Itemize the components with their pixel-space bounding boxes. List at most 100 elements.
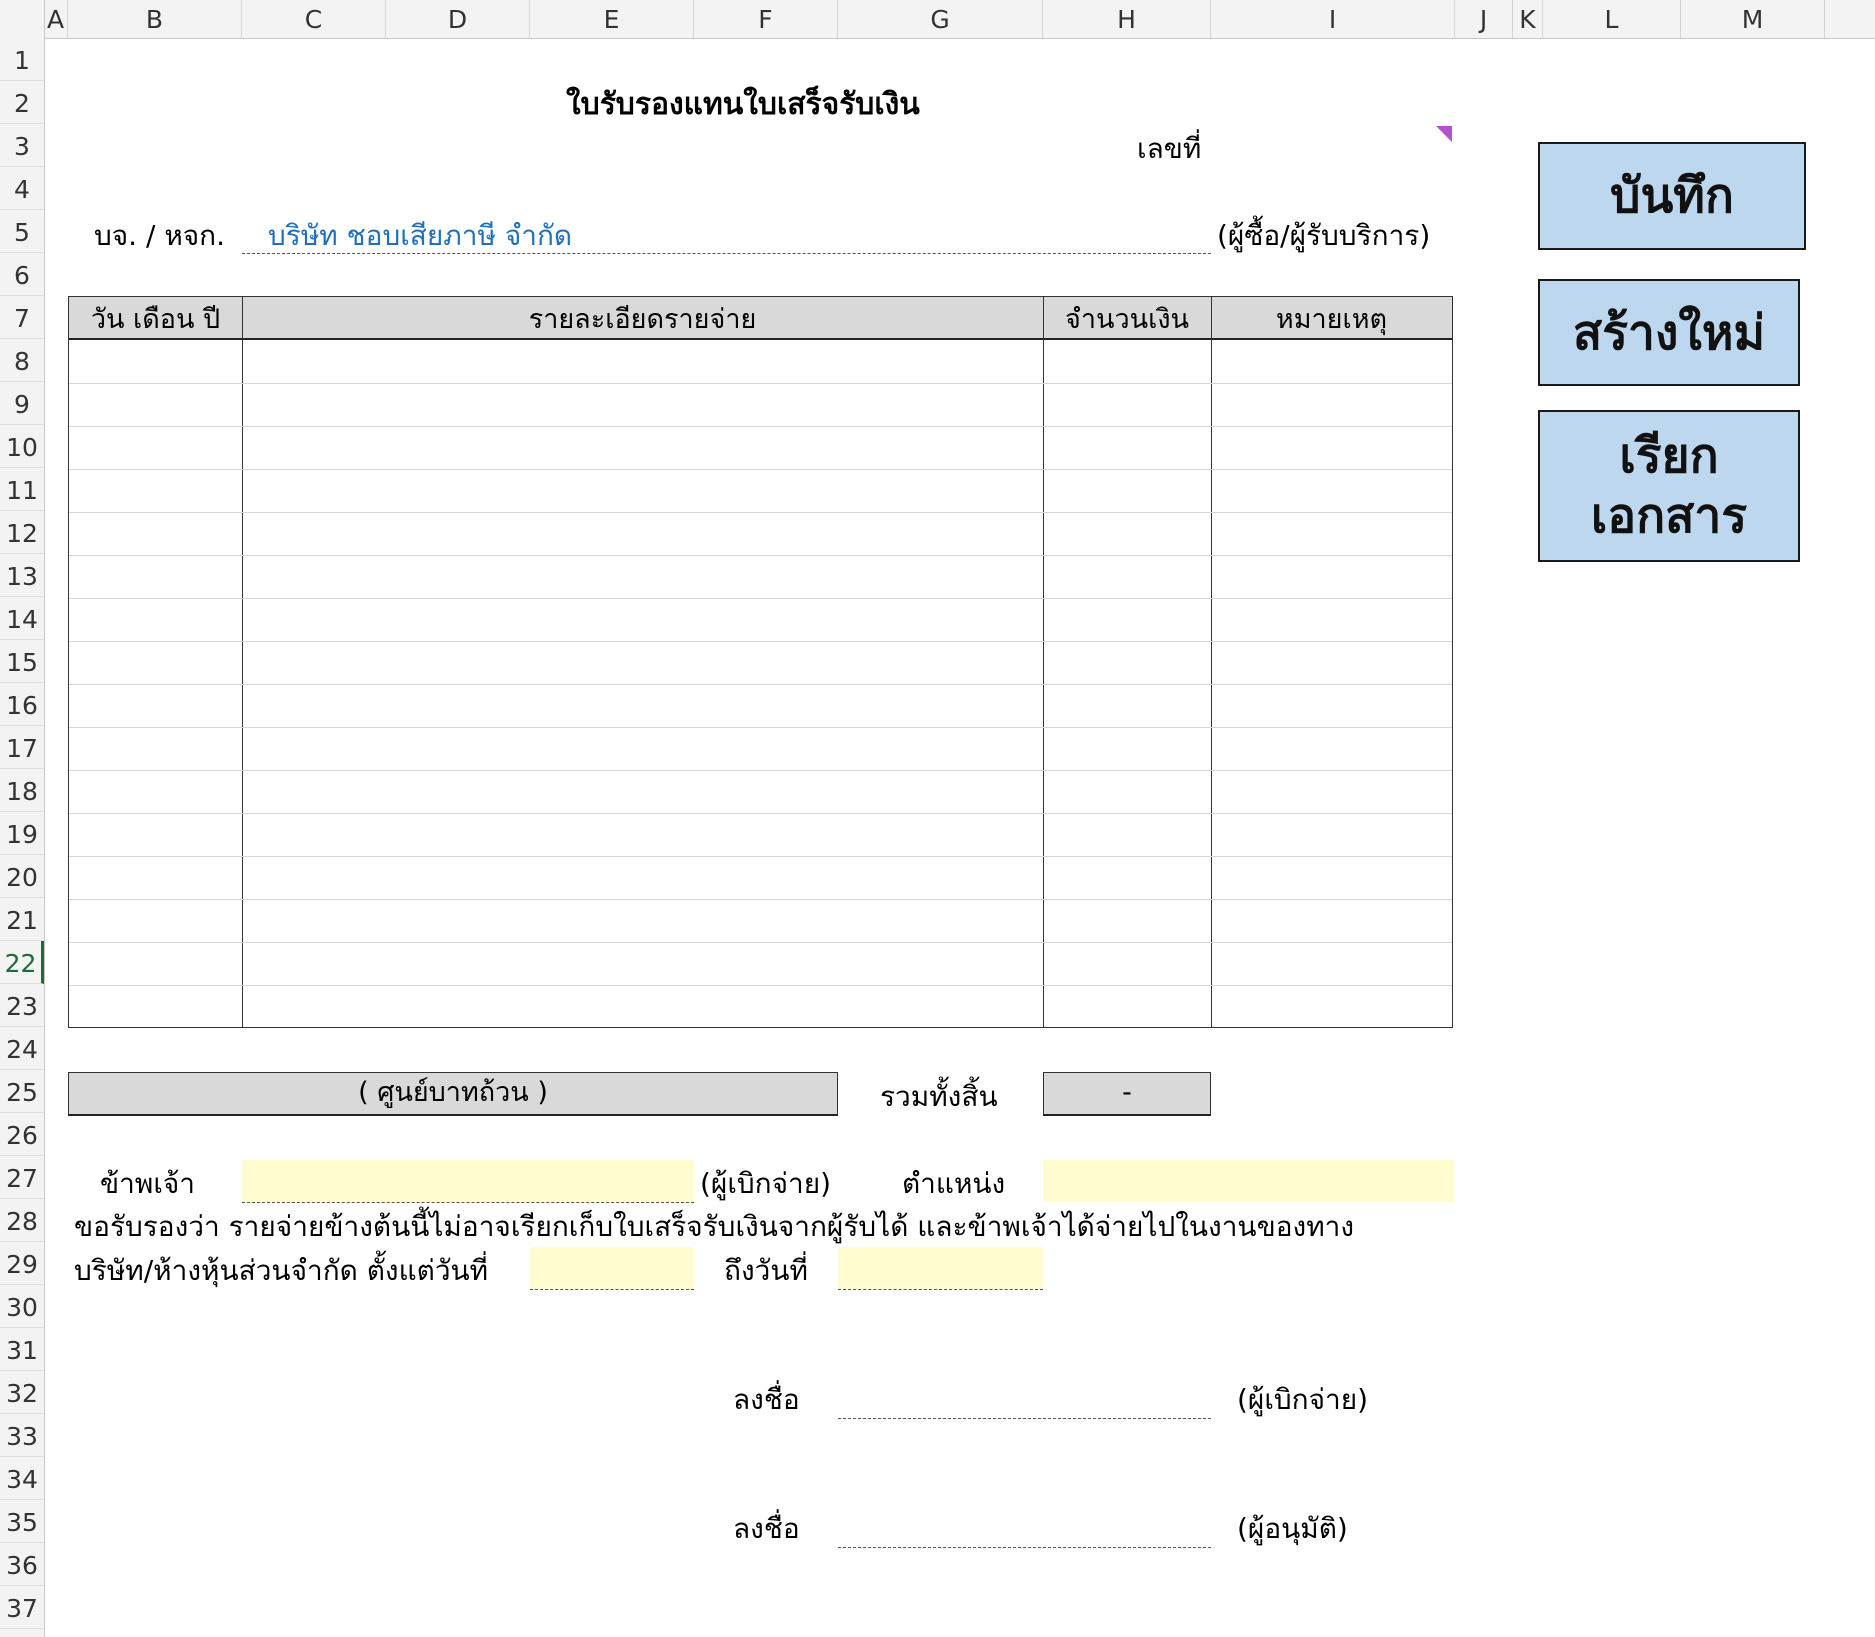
total-value: - <box>1043 1072 1211 1116</box>
expense-table: วัน เดือน ปี รายละเอียดรายจ่าย จำนวนเงิน… <box>68 296 1453 1028</box>
column-header-h[interactable]: H <box>1043 0 1211 38</box>
row-header-13[interactable]: 13 <box>0 554 44 597</box>
company-name-field[interactable]: บริษัท ชอบเสียภาษี จำกัด <box>242 214 1211 254</box>
select-all-corner[interactable] <box>0 0 45 39</box>
row-header-3[interactable]: 3 <box>0 124 44 167</box>
row-header-31[interactable]: 31 <box>0 1328 44 1371</box>
row-header-9[interactable]: 9 <box>0 382 44 425</box>
new-document-button[interactable]: สร้างใหม่ <box>1538 279 1800 386</box>
row-header-35[interactable]: 35 <box>0 1500 44 1543</box>
company-type-label: บจ. / หจก. <box>94 219 226 252</box>
table-row-line <box>69 727 1452 728</box>
position-input[interactable] <box>1043 1160 1454 1202</box>
table-row-line <box>69 899 1452 900</box>
claimant-name-input[interactable] <box>242 1160 694 1203</box>
from-date-input[interactable] <box>530 1247 694 1290</box>
row-header-32[interactable]: 32 <box>0 1371 44 1414</box>
table-row-line <box>69 856 1452 857</box>
row-header-36[interactable]: 36 <box>0 1543 44 1586</box>
row-header-34[interactable]: 34 <box>0 1457 44 1500</box>
column-header-c[interactable]: C <box>242 0 386 38</box>
position-label: ตำแหน่ง <box>902 1167 1006 1200</box>
row-header-5[interactable]: 5 <box>0 210 44 253</box>
column-header-d[interactable]: D <box>386 0 530 38</box>
column-header-i[interactable]: I <box>1211 0 1455 38</box>
header-remark: หมายเหตุ <box>1211 297 1452 340</box>
company-role-label: (ผู้ซื้อ/ผู้รับบริการ) <box>1217 219 1431 252</box>
row-header-1[interactable]: 1 <box>0 38 44 81</box>
column-header-k[interactable]: K <box>1513 0 1543 38</box>
amount-in-words: ( ศูนย์บาทถ้วน ) <box>68 1072 838 1116</box>
row-header-23[interactable]: 23 <box>0 984 44 1027</box>
row-header-2[interactable]: 2 <box>0 81 44 124</box>
table-divider <box>1211 297 1212 1027</box>
header-description: รายละเอียดรายจ่าย <box>242 297 1043 340</box>
table-row-line <box>69 598 1452 599</box>
table-row-line <box>69 684 1452 685</box>
column-header-b[interactable]: B <box>68 0 242 38</box>
row-header-33[interactable]: 33 <box>0 1414 44 1457</box>
open-document-label-line1: เรียก <box>1619 428 1719 484</box>
column-header-g[interactable]: G <box>838 0 1043 38</box>
row-header-37[interactable]: 37 <box>0 1586 44 1629</box>
row-header-11[interactable]: 11 <box>0 468 44 511</box>
table-divider <box>1043 297 1044 1027</box>
column-header-e[interactable]: E <box>530 0 694 38</box>
save-button[interactable]: บันทึก <box>1538 142 1806 250</box>
signature-line-claimant[interactable] <box>838 1376 1211 1419</box>
certify-text-line1: ขอรับรองว่า รายจ่ายข้างต้นนี้ไม่อาจเรียก… <box>74 1210 1355 1243</box>
table-row-line <box>69 770 1452 771</box>
table-row-line <box>69 512 1452 513</box>
open-document-label-line2: เอกสาร <box>1590 488 1748 544</box>
row-header-25[interactable]: 25 <box>0 1070 44 1113</box>
row-header-18[interactable]: 18 <box>0 769 44 812</box>
row-header-27[interactable]: 27 <box>0 1156 44 1199</box>
table-row-line <box>69 469 1452 470</box>
header-date: วัน เดือน ปี <box>69 297 242 340</box>
column-header-a[interactable]: A <box>44 0 68 38</box>
row-header-19[interactable]: 19 <box>0 812 44 855</box>
table-row-line <box>69 426 1452 427</box>
table-row-line <box>69 942 1452 943</box>
row-header-12[interactable]: 12 <box>0 511 44 554</box>
row-header-28[interactable]: 28 <box>0 1199 44 1242</box>
column-header-f[interactable]: F <box>694 0 838 38</box>
column-header-j[interactable]: J <box>1455 0 1513 38</box>
row-header-24[interactable]: 24 <box>0 1027 44 1070</box>
doc-number-label: เลขที่ <box>1137 132 1202 165</box>
table-row-line <box>69 555 1452 556</box>
row-header-29[interactable]: 29 <box>0 1242 44 1285</box>
certify-text-line2: บริษัท/ห้างหุ้นส่วนจำกัด ตั้งแต่วันที่ <box>74 1254 489 1287</box>
row-header-4[interactable]: 4 <box>0 167 44 210</box>
row-header-16[interactable]: 16 <box>0 683 44 726</box>
row-header-15[interactable]: 15 <box>0 640 44 683</box>
open-document-button[interactable]: เรียก เอกสาร <box>1538 410 1800 562</box>
row-header-20[interactable]: 20 <box>0 855 44 898</box>
row-header-6[interactable]: 6 <box>0 253 44 296</box>
claimant-role-label: (ผู้เบิกจ่าย) <box>700 1167 832 1200</box>
signature-line-approver[interactable] <box>838 1505 1211 1548</box>
form-title: ใบรับรองแทนใบเสร็จรับเงิน <box>566 87 920 122</box>
table-row-line <box>69 985 1452 986</box>
comment-indicator-icon[interactable] <box>1436 126 1452 142</box>
table-row-line <box>69 813 1452 814</box>
row-header-14[interactable]: 14 <box>0 597 44 640</box>
column-header-m[interactable]: M <box>1681 0 1825 38</box>
signature-role-claimant: (ผู้เบิกจ่าย) <box>1237 1383 1369 1416</box>
total-label: รวมทั้งสิ้น <box>880 1080 998 1113</box>
row-header-7[interactable]: 7 <box>0 296 44 339</box>
to-date-input[interactable] <box>838 1247 1043 1290</box>
row-header-8[interactable]: 8 <box>0 339 44 382</box>
row-header-10[interactable]: 10 <box>0 425 44 468</box>
signature-label-approver: ลงชื่อ <box>733 1512 800 1545</box>
column-header-l[interactable]: L <box>1543 0 1681 38</box>
row-header-26[interactable]: 26 <box>0 1113 44 1156</box>
signature-role-approver: (ผู้อนุมัติ) <box>1237 1512 1348 1545</box>
row-header-21[interactable]: 21 <box>0 898 44 941</box>
row-header-17[interactable]: 17 <box>0 726 44 769</box>
to-date-label: ถึงวันที่ <box>724 1254 808 1287</box>
row-header-30[interactable]: 30 <box>0 1285 44 1328</box>
row-header-22[interactable]: 22 <box>0 941 44 984</box>
table-row-line <box>69 641 1452 642</box>
claimant-label: ข้าพเจ้า <box>100 1167 196 1200</box>
